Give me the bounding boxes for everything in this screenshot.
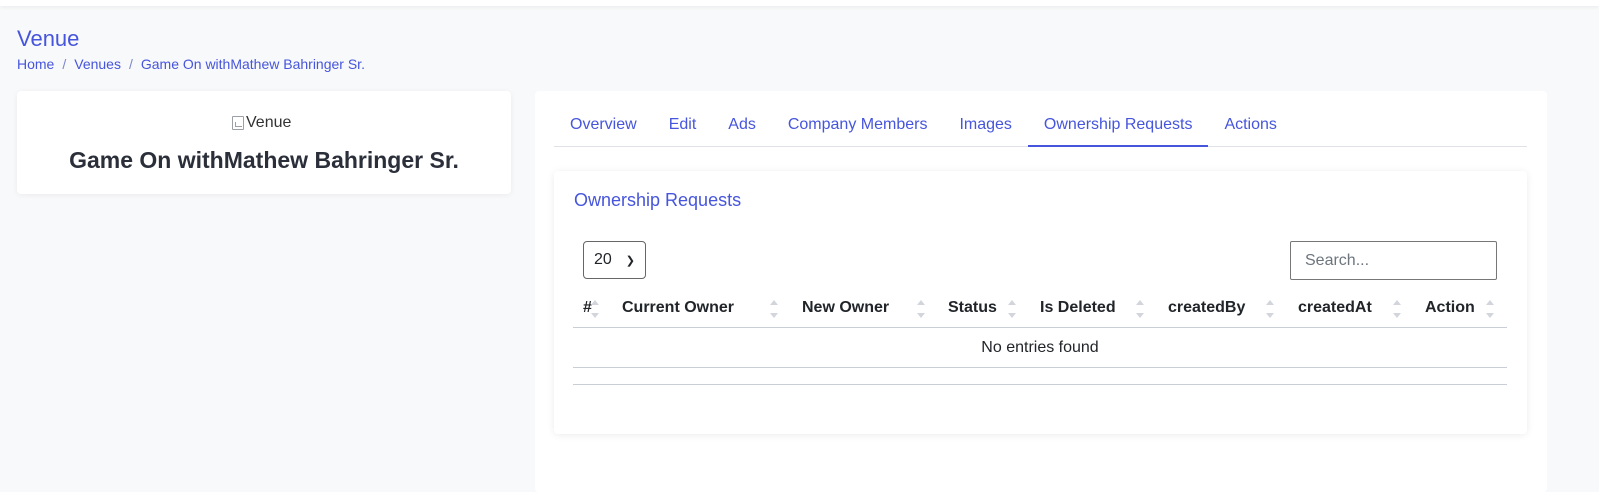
top-navbar [0, 0, 1599, 6]
breadcrumb-venues-link[interactable]: Venues [74, 56, 121, 72]
page-size-value: 20 [594, 251, 612, 268]
chevron-down-icon: ❯ [625, 254, 635, 267]
tab-actions[interactable]: Actions [1208, 110, 1292, 147]
breadcrumb: Home / Venues / Game On withMathew Bahri… [17, 56, 365, 72]
sort-icon[interactable] [1008, 298, 1016, 320]
sort-icon[interactable] [1486, 298, 1494, 320]
table-header: # Current Owner New Owner Status Is Dele… [573, 296, 1507, 328]
breadcrumb-separator: / [62, 56, 67, 72]
breadcrumb-separator: / [128, 56, 133, 72]
breadcrumb-home-link[interactable]: Home [17, 56, 54, 72]
sort-icon[interactable] [770, 298, 778, 320]
search-input[interactable] [1290, 241, 1497, 280]
column-header-action[interactable]: Action [1425, 299, 1475, 317]
sort-icon[interactable] [917, 298, 925, 320]
page-title: Venue [17, 26, 80, 51]
tab-ownership-requests[interactable]: Ownership Requests [1027, 110, 1209, 147]
breadcrumb-current: Game On withMathew Bahringer Sr. [140, 56, 365, 72]
tab-company-members[interactable]: Company Members [772, 110, 944, 147]
section-title: Ownership Requests [574, 190, 742, 210]
sort-icon[interactable] [1266, 298, 1274, 320]
sort-icon[interactable] [1393, 298, 1401, 320]
column-header-created-by[interactable]: createdBy [1168, 299, 1245, 317]
sort-icon[interactable] [591, 298, 599, 320]
venue-image: Venue [232, 114, 291, 132]
tab-edit[interactable]: Edit [653, 110, 713, 147]
broken-image-icon [232, 116, 244, 130]
venue-tabs: Overview Edit Ads Company Members Images… [554, 110, 1527, 147]
table-footer-divider [573, 384, 1507, 385]
ownership-requests-card: Ownership Requests 20 ❯ # Current Owner … [554, 171, 1527, 434]
tab-overview[interactable]: Overview [554, 110, 653, 147]
column-header-current-owner[interactable]: Current Owner [622, 299, 734, 317]
column-header-new-owner[interactable]: New Owner [802, 299, 889, 317]
column-header-created-at[interactable]: createdAt [1298, 299, 1372, 317]
column-header-is-deleted[interactable]: Is Deleted [1040, 299, 1116, 317]
tab-ads[interactable]: Ads [712, 110, 772, 147]
column-header-status[interactable]: Status [948, 299, 997, 317]
venue-summary-card: Venue Game On withMathew Bahringer Sr. [17, 91, 511, 194]
tab-images[interactable]: Images [943, 110, 1027, 147]
empty-table-message: No entries found [573, 328, 1507, 368]
sort-icon[interactable] [1136, 298, 1144, 320]
page-size-select[interactable]: 20 ❯ [583, 241, 646, 279]
venue-name: Game On withMathew Bahringer Sr. [69, 147, 459, 173]
venue-image-alt: Venue [246, 114, 292, 131]
